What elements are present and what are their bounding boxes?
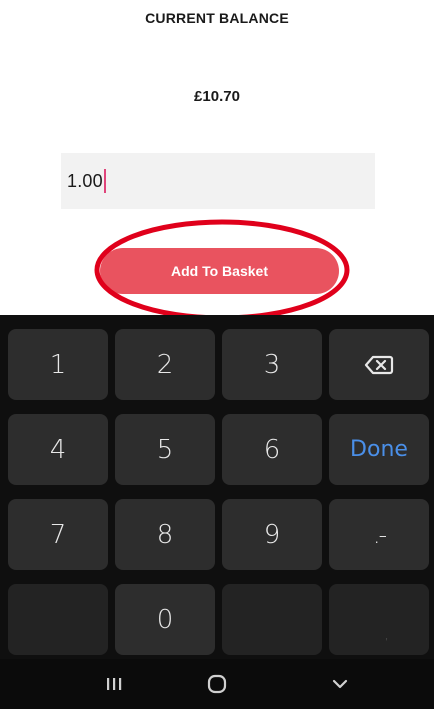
text-caret — [103, 169, 106, 193]
done-key[interactable]: Done — [329, 414, 429, 485]
add-to-basket-button[interactable]: Add To Basket — [100, 248, 339, 294]
system-navigation-bar — [0, 659, 434, 709]
empty-key-right — [222, 584, 322, 655]
key-9[interactable]: 9 — [222, 499, 322, 570]
numeric-keyboard: 1 2 3 4 5 6 Done 7 8 9 .- 0 , — [0, 315, 434, 709]
empty-key-left — [8, 584, 108, 655]
comma-key[interactable]: , — [329, 584, 429, 655]
backspace-key[interactable] — [329, 329, 429, 400]
back-button[interactable] — [320, 669, 360, 699]
amount-input-value: 1.00 — [67, 170, 103, 191]
key-0[interactable]: 0 — [115, 584, 215, 655]
backspace-icon — [364, 355, 394, 374]
amount-input[interactable]: 1.00 — [61, 153, 375, 209]
home-button[interactable] — [197, 669, 237, 699]
key-3[interactable]: 3 — [222, 329, 322, 400]
key-5[interactable]: 5 — [115, 414, 215, 485]
key-1[interactable]: 1 — [8, 329, 108, 400]
key-4[interactable]: 4 — [8, 414, 108, 485]
key-7[interactable]: 7 — [8, 499, 108, 570]
recent-apps-icon — [107, 678, 122, 690]
key-8[interactable]: 8 — [115, 499, 215, 570]
key-2[interactable]: 2 — [115, 329, 215, 400]
current-balance-value: £10.70 — [194, 88, 240, 105]
home-icon — [207, 674, 227, 694]
recent-apps-button[interactable] — [94, 669, 134, 699]
key-6[interactable]: 6 — [222, 414, 322, 485]
current-balance-label: CURRENT BALANCE — [145, 10, 289, 26]
back-chevron-icon — [332, 679, 348, 689]
dot-minus-key[interactable]: .- — [329, 499, 429, 570]
